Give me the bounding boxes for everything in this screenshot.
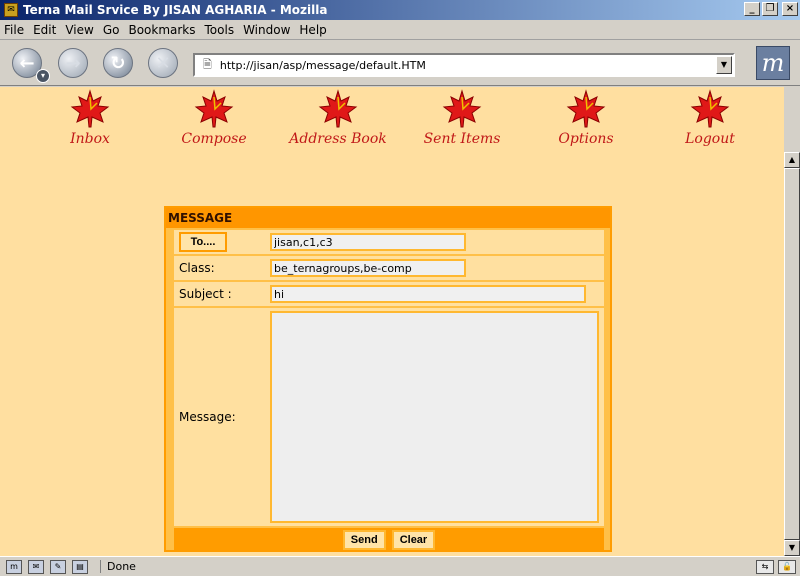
navigation-toolbar: ← ▾ → ↻ ✕ 🗎 ▼ m xyxy=(0,41,800,86)
nav-logout-label: Logout xyxy=(685,131,735,147)
to-button[interactable]: To.... xyxy=(179,232,227,252)
nav-address-book-label: Address Book xyxy=(289,131,387,147)
nav-address-book[interactable]: Address Book xyxy=(283,89,393,147)
maple-leaf-icon xyxy=(566,89,606,129)
mozilla-status-icon[interactable]: m xyxy=(6,559,22,574)
message-textarea[interactable] xyxy=(270,311,599,523)
menu-edit[interactable]: Edit xyxy=(33,23,56,37)
maple-leaf-icon xyxy=(70,89,110,129)
nav-options[interactable]: Options xyxy=(531,89,641,147)
nav-sent-items-label: Sent Items xyxy=(423,131,501,147)
maple-leaf-icon xyxy=(318,89,358,129)
action-row: Send Clear xyxy=(174,528,604,552)
forward-button[interactable]: → xyxy=(58,48,88,78)
url-bar[interactable]: 🗎 ▼ xyxy=(193,53,735,77)
menu-help[interactable]: Help xyxy=(299,23,326,37)
page-content: Inbox Compose Address Book Sent Items Op… xyxy=(0,87,784,556)
online-status-icon[interactable]: ⇆ xyxy=(756,560,774,574)
nav-logout[interactable]: Logout xyxy=(655,89,765,147)
nav-inbox[interactable]: Inbox xyxy=(35,89,145,147)
nav-inbox-label: Inbox xyxy=(70,131,110,147)
menu-window[interactable]: Window xyxy=(243,23,290,37)
scroll-up-icon[interactable]: ▲ xyxy=(784,152,800,168)
back-history-dropdown-icon[interactable]: ▾ xyxy=(36,69,50,83)
subject-label: Subject : xyxy=(179,287,232,301)
to-field-cell xyxy=(270,230,466,254)
menu-bookmarks[interactable]: Bookmarks xyxy=(128,23,195,37)
status-bar: m ✉ ✎ ▤ Done ⇆ 🔓 xyxy=(0,556,800,576)
stop-button[interactable]: ✕ xyxy=(148,48,178,78)
url-dropdown-icon[interactable]: ▼ xyxy=(716,56,732,74)
clear-button[interactable]: Clear xyxy=(391,530,436,550)
to-input[interactable] xyxy=(270,233,466,251)
scroll-down-icon[interactable]: ▼ xyxy=(784,540,800,556)
message-field-cell xyxy=(270,308,599,526)
nav-compose-label: Compose xyxy=(181,131,247,147)
compose-panel: MESSAGE To.... Class: Subject : Message: xyxy=(164,206,612,552)
subject-row: Subject : xyxy=(174,282,604,306)
menu-tools[interactable]: Tools xyxy=(205,23,235,37)
status-text: Done xyxy=(100,560,136,573)
scroll-thumb[interactable] xyxy=(784,168,800,540)
maple-leaf-icon xyxy=(194,89,234,129)
subject-field-cell xyxy=(270,282,586,306)
menu-go[interactable]: Go xyxy=(103,23,120,37)
security-lock-icon: 🔓 xyxy=(778,560,796,574)
to-label-cell: To.... xyxy=(174,230,268,254)
mozilla-logo[interactable]: m xyxy=(756,46,790,80)
class-input[interactable] xyxy=(270,259,466,277)
maple-leaf-icon xyxy=(690,89,730,129)
composer-icon[interactable]: ✎ xyxy=(50,559,66,574)
reload-button[interactable]: ↻ xyxy=(103,48,133,78)
class-label: Class: xyxy=(179,261,215,275)
address-book-icon[interactable]: ▤ xyxy=(72,559,88,574)
to-row: To.... xyxy=(174,230,604,254)
stop-icon: ✕ xyxy=(155,52,171,74)
maple-leaf-icon xyxy=(442,89,482,129)
menu-view[interactable]: View xyxy=(65,23,93,37)
nav-compose[interactable]: Compose xyxy=(159,89,269,147)
mail-navigation: Inbox Compose Address Book Sent Items Op… xyxy=(0,87,784,157)
minimize-icon[interactable]: _ xyxy=(744,2,760,16)
menu-bar: File Edit View Go Bookmarks Tools Window… xyxy=(0,20,800,40)
page-icon: 🗎 xyxy=(203,57,212,71)
send-button[interactable]: Send xyxy=(342,530,386,550)
class-field-cell xyxy=(270,256,466,280)
nav-options-label: Options xyxy=(558,131,614,147)
menu-file[interactable]: File xyxy=(4,23,24,37)
mail-icon[interactable]: ✉ xyxy=(28,559,44,574)
status-indicators: ⇆ 🔓 xyxy=(756,560,796,574)
close-icon[interactable]: × xyxy=(782,2,798,16)
nav-sent-items[interactable]: Sent Items xyxy=(407,89,517,147)
window-title-bar: ✉ Terna Mail Srvice By JISAN AGHARIA - M… xyxy=(0,0,800,20)
message-label: Message: xyxy=(179,410,236,424)
maximize-icon[interactable]: ❐ xyxy=(762,2,778,16)
window-controls: _ ❐ × xyxy=(744,2,798,16)
forward-arrow-icon: → xyxy=(65,52,81,74)
class-row: Class: xyxy=(174,256,604,280)
url-input[interactable] xyxy=(219,58,700,72)
app-icon: ✉ xyxy=(4,3,18,17)
compose-header: MESSAGE xyxy=(166,208,610,228)
back-arrow-icon: ← xyxy=(19,52,35,74)
window-title: Terna Mail Srvice By JISAN AGHARIA - Moz… xyxy=(23,3,328,17)
message-row: Message: xyxy=(174,308,604,526)
subject-input[interactable] xyxy=(270,285,586,303)
reload-icon: ↻ xyxy=(110,52,126,74)
vertical-scrollbar[interactable]: ▲ ▼ xyxy=(784,152,800,556)
